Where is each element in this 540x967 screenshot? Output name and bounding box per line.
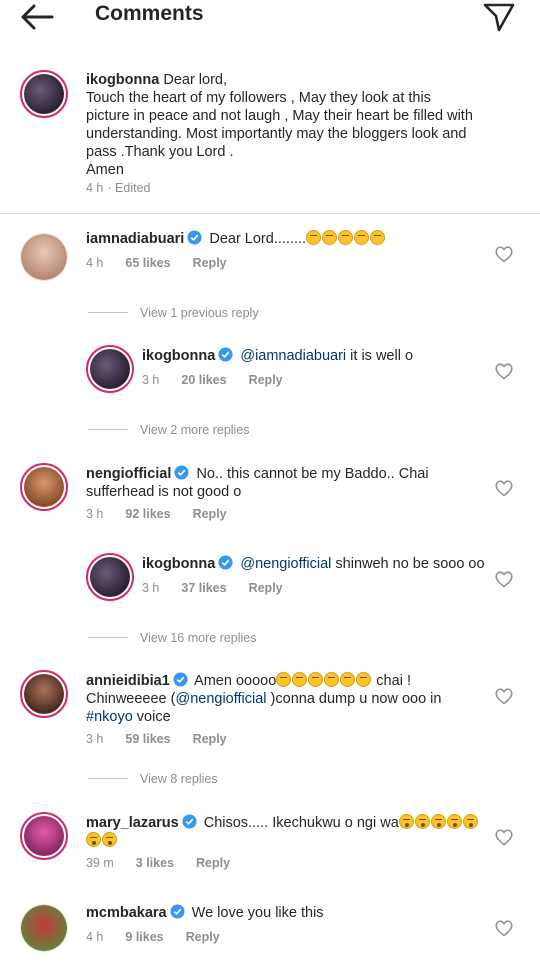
verified-badge-icon — [187, 230, 202, 245]
reply-username[interactable]: ikogbonna — [142, 348, 215, 364]
hashtag-link[interactable]: #nkoyo — [86, 709, 133, 725]
astonished-emoji-icon — [398, 814, 414, 829]
likes-count[interactable]: 59 likes — [125, 732, 170, 746]
comment-username[interactable]: nengiofficial — [86, 466, 171, 482]
reply-button[interactable]: Reply — [249, 581, 283, 595]
comment-meta: 4 h 65 likes Reply — [86, 256, 227, 270]
comment-username[interactable]: mcmbakara — [86, 905, 167, 921]
laughing-emoji-icon — [292, 672, 308, 687]
comment-text: annieidibia1 Amen ooooo chai ! Chinweeee… — [86, 672, 442, 725]
laughing-emoji-icon — [322, 230, 338, 245]
caption-text: ikogbonna Dear lord, Touch the heart of … — [86, 72, 473, 178]
comment-text: mcmbakara We love you like this — [86, 904, 324, 921]
verified-badge-icon — [170, 904, 185, 919]
reply-avatar[interactable] — [86, 553, 134, 601]
likes-count[interactable]: 65 likes — [125, 256, 170, 270]
astonished-emoji-icon — [414, 814, 430, 829]
heart-icon[interactable] — [495, 829, 513, 846]
mention-link[interactable]: @nengiofficial — [240, 556, 331, 572]
comment-meta: 3 h 59 likes Reply — [86, 732, 227, 746]
laughing-emoji-icon — [338, 230, 354, 245]
likes-count[interactable]: 9 likes — [125, 930, 163, 944]
comment-meta: 39 m3 likes Reply — [86, 856, 231, 870]
astonished-emoji-icon — [446, 814, 462, 829]
comment-avatar[interactable] — [20, 233, 68, 281]
verified-badge-icon — [174, 465, 189, 480]
laughing-emoji-icon — [276, 672, 292, 687]
reply-username[interactable]: ikogbonna — [142, 556, 215, 572]
heart-icon[interactable] — [495, 920, 513, 937]
view-replies[interactable]: View 8 replies — [88, 772, 218, 786]
likes-count[interactable]: 20 likes — [181, 373, 226, 387]
heart-icon[interactable] — [495, 571, 513, 588]
laughing-emoji-icon — [354, 230, 370, 245]
comment-meta: 4 h9 likes Reply — [86, 930, 220, 944]
view-more-replies[interactable]: View 2 more replies — [88, 423, 250, 437]
send-icon[interactable] — [482, 2, 516, 32]
comment-avatar[interactable] — [20, 463, 68, 511]
reply-button[interactable]: Reply — [193, 732, 227, 746]
reply-button[interactable]: Reply — [193, 507, 227, 521]
mention-link[interactable]: @iamnadiabuari — [240, 348, 346, 364]
comment-avatar[interactable] — [20, 904, 68, 952]
verified-badge-icon — [182, 814, 197, 829]
comment-avatar[interactable] — [20, 812, 68, 860]
mention-link[interactable]: @nengiofficial — [175, 691, 266, 707]
astonished-emoji-icon — [86, 832, 101, 847]
reply-text: ikogbonna @nengiofficial shinweh no be s… — [142, 555, 485, 572]
comment-username[interactable]: mary_lazarus — [86, 815, 179, 831]
caption-author-avatar[interactable] — [20, 70, 68, 118]
reply-button[interactable]: Reply — [249, 373, 283, 387]
verified-badge-icon — [173, 672, 188, 687]
page-title: Comments — [95, 2, 204, 25]
reply-text: ikogbonna @iamnadiabuari it is well o — [142, 347, 414, 364]
reply-meta: 3 h 37 likes Reply — [142, 581, 283, 595]
reply-button[interactable]: Reply — [196, 856, 230, 870]
laughing-emoji-icon — [308, 672, 324, 687]
laughing-emoji-icon — [370, 230, 386, 245]
laughing-emoji-icon — [324, 672, 340, 687]
astonished-emoji-icon — [430, 814, 446, 829]
comment-username[interactable]: iamnadiabuari — [86, 231, 184, 247]
reply-button[interactable]: Reply — [193, 256, 227, 270]
back-arrow-icon[interactable] — [18, 2, 58, 32]
view-previous-replies[interactable]: View 1 previous reply — [88, 306, 259, 320]
comment-username[interactable]: annieidibia1 — [86, 673, 170, 689]
reply-avatar[interactable] — [86, 345, 134, 393]
caption-divider — [0, 213, 540, 214]
likes-count[interactable]: 3 likes — [136, 856, 174, 870]
verified-badge-icon — [218, 555, 233, 570]
astonished-emoji-icon — [102, 832, 117, 847]
caption-meta: 4 h · Edited — [86, 181, 151, 195]
laughing-emoji-icon — [340, 672, 356, 687]
heart-icon[interactable] — [495, 480, 513, 497]
heart-icon[interactable] — [495, 246, 513, 263]
likes-count[interactable]: 92 likes — [125, 507, 170, 521]
comment-text: iamnadiabuari Dear Lord........ — [86, 230, 486, 248]
comment-avatar[interactable] — [20, 670, 68, 718]
heart-icon[interactable] — [495, 688, 513, 705]
likes-count[interactable]: 37 likes — [181, 581, 226, 595]
laughing-emoji-icon — [356, 672, 372, 687]
comment-text: mary_lazarus Chisos..... Ikechukwu o ngi… — [86, 814, 486, 850]
reply-button[interactable]: Reply — [186, 930, 220, 944]
caption-username[interactable]: ikogbonna — [86, 72, 159, 88]
astonished-emoji-icon — [462, 814, 478, 829]
comment-text: nengiofficial No.. this cannot be my Bad… — [86, 465, 429, 500]
laughing-emoji-icon — [306, 230, 322, 245]
verified-badge-icon — [218, 347, 233, 362]
heart-icon[interactable] — [495, 363, 513, 380]
reply-meta: 3 h 20 likes Reply — [142, 373, 283, 387]
top-bar: Comments — [0, 0, 540, 40]
view-more-replies[interactable]: View 16 more replies — [88, 631, 257, 645]
comment-meta: 3 h 92 likes Reply — [86, 507, 227, 521]
